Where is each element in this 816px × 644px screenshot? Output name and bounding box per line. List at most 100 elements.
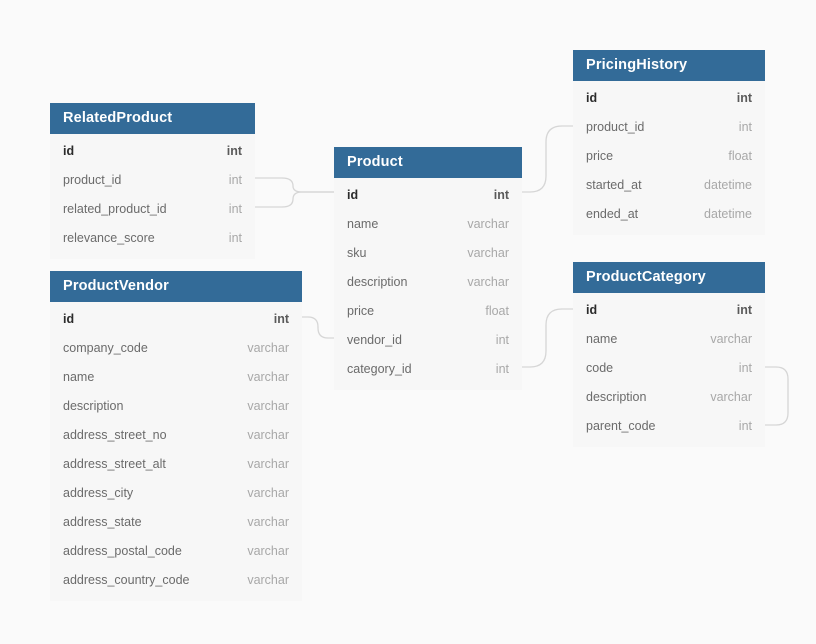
- entity-field-list: id int name varchar sku varchar description var…: [334, 178, 522, 390]
- field-type: varchar: [247, 573, 289, 587]
- field-row[interactable]: sku varchar: [334, 239, 522, 268]
- field-type: int: [738, 120, 752, 134]
- field-name: name: [63, 370, 95, 384]
- entity-field-list: id int product_id int price float started_at da…: [573, 81, 765, 235]
- entity-table-productcategory[interactable]: ProductCategory id int name varchar code int de…: [573, 262, 765, 447]
- entity-field-list: id int name varchar code int description varcha…: [573, 293, 765, 447]
- field-type: varchar: [247, 544, 289, 558]
- field-type: int: [228, 173, 242, 187]
- field-name: price: [586, 149, 614, 163]
- field-row[interactable]: description varchar: [573, 383, 765, 412]
- field-row[interactable]: ended_at datetime: [573, 200, 765, 229]
- field-row[interactable]: code int: [573, 354, 765, 383]
- field-type: int: [226, 144, 242, 158]
- field-row[interactable]: started_at datetime: [573, 171, 765, 200]
- field-name: description: [347, 275, 408, 289]
- field-row[interactable]: parent_code int: [573, 412, 765, 441]
- connector-rel-relatedproduct-product-a: [255, 177, 334, 193]
- field-name: code: [586, 361, 614, 375]
- field-name: address_country_code: [63, 573, 190, 587]
- entity-table-product[interactable]: Product id int name varchar sku varchar descrip…: [334, 147, 522, 390]
- field-row[interactable]: category_id int: [334, 355, 522, 384]
- entity-table-title: ProductCategory: [573, 262, 765, 293]
- field-type: int: [495, 362, 509, 376]
- field-type: varchar: [247, 341, 289, 355]
- field-row[interactable]: product_id int: [50, 166, 255, 195]
- field-row-primary-key[interactable]: id int: [334, 181, 522, 210]
- field-name: description: [586, 390, 647, 404]
- field-type: varchar: [467, 275, 509, 289]
- field-type: float: [485, 304, 509, 318]
- field-row[interactable]: company_code varchar: [50, 334, 302, 363]
- field-name: product_id: [63, 173, 122, 187]
- entity-table-title: RelatedProduct: [50, 103, 255, 134]
- field-row[interactable]: description varchar: [50, 392, 302, 421]
- field-name: id: [63, 312, 75, 326]
- field-row[interactable]: address_state varchar: [50, 508, 302, 537]
- field-type: int: [495, 333, 509, 347]
- field-name: id: [347, 188, 359, 202]
- connector-rel-productvendor-product: [302, 316, 334, 339]
- connector-rel-productcategory-self: [765, 366, 789, 426]
- field-type: int: [228, 231, 242, 245]
- field-type: datetime: [704, 178, 752, 192]
- connector-rel-relatedproduct-product-b: [255, 191, 334, 208]
- field-type: int: [738, 361, 752, 375]
- entity-table-title: PricingHistory: [573, 50, 765, 81]
- field-name: ended_at: [586, 207, 639, 221]
- entity-field-list: id int company_code varchar name varchar descr…: [50, 302, 302, 601]
- field-type: varchar: [467, 246, 509, 260]
- er-diagram-canvas: RelatedProduct id int product_id int related_…: [0, 0, 816, 644]
- field-name: description: [63, 399, 124, 413]
- field-name: address_postal_code: [63, 544, 182, 558]
- entity-table-productvendor[interactable]: ProductVendor id int company_code varchar nam…: [50, 271, 302, 601]
- field-row[interactable]: description varchar: [334, 268, 522, 297]
- field-type: varchar: [247, 486, 289, 500]
- field-type: int: [736, 91, 752, 105]
- field-type: varchar: [247, 370, 289, 384]
- field-row-primary-key[interactable]: id int: [573, 84, 765, 113]
- field-row[interactable]: product_id int: [573, 113, 765, 142]
- field-row[interactable]: address_city varchar: [50, 479, 302, 508]
- field-type: int: [738, 419, 752, 433]
- field-type: datetime: [704, 207, 752, 221]
- field-name: address_street_no: [63, 428, 167, 442]
- field-name: address_street_alt: [63, 457, 166, 471]
- field-type: varchar: [247, 457, 289, 471]
- field-row[interactable]: price float: [334, 297, 522, 326]
- field-name: started_at: [586, 178, 642, 192]
- field-name: product_id: [586, 120, 645, 134]
- field-row[interactable]: relevance_score int: [50, 224, 255, 253]
- field-row[interactable]: address_country_code varchar: [50, 566, 302, 595]
- field-name: address_city: [63, 486, 134, 500]
- field-row[interactable]: related_product_id int: [50, 195, 255, 224]
- entity-table-pricinghistory[interactable]: PricingHistory id int product_id int price flo…: [573, 50, 765, 235]
- field-type: int: [736, 303, 752, 317]
- field-name: id: [63, 144, 75, 158]
- field-name: sku: [347, 246, 367, 260]
- field-name: name: [347, 217, 379, 231]
- field-row-primary-key[interactable]: id int: [573, 296, 765, 325]
- field-name: category_id: [347, 362, 412, 376]
- field-row[interactable]: name varchar: [334, 210, 522, 239]
- field-row[interactable]: address_postal_code varchar: [50, 537, 302, 566]
- entity-table-relatedproduct[interactable]: RelatedProduct id int product_id int related_…: [50, 103, 255, 259]
- field-row[interactable]: address_street_alt varchar: [50, 450, 302, 479]
- field-name: relevance_score: [63, 231, 155, 245]
- field-row[interactable]: vendor_id int: [334, 326, 522, 355]
- connector-rel-product-productcategory: [522, 308, 573, 368]
- field-name: company_code: [63, 341, 148, 355]
- field-row-primary-key[interactable]: id int: [50, 137, 255, 166]
- field-row[interactable]: address_street_no varchar: [50, 421, 302, 450]
- field-type: varchar: [710, 390, 752, 404]
- field-row[interactable]: price float: [573, 142, 765, 171]
- field-type: int: [228, 202, 242, 216]
- field-row[interactable]: name varchar: [50, 363, 302, 392]
- field-type: float: [728, 149, 752, 163]
- field-name: id: [586, 91, 598, 105]
- field-name: parent_code: [586, 419, 656, 433]
- entity-table-title: Product: [334, 147, 522, 178]
- field-type: varchar: [247, 399, 289, 413]
- field-row[interactable]: name varchar: [573, 325, 765, 354]
- field-row-primary-key[interactable]: id int: [50, 305, 302, 334]
